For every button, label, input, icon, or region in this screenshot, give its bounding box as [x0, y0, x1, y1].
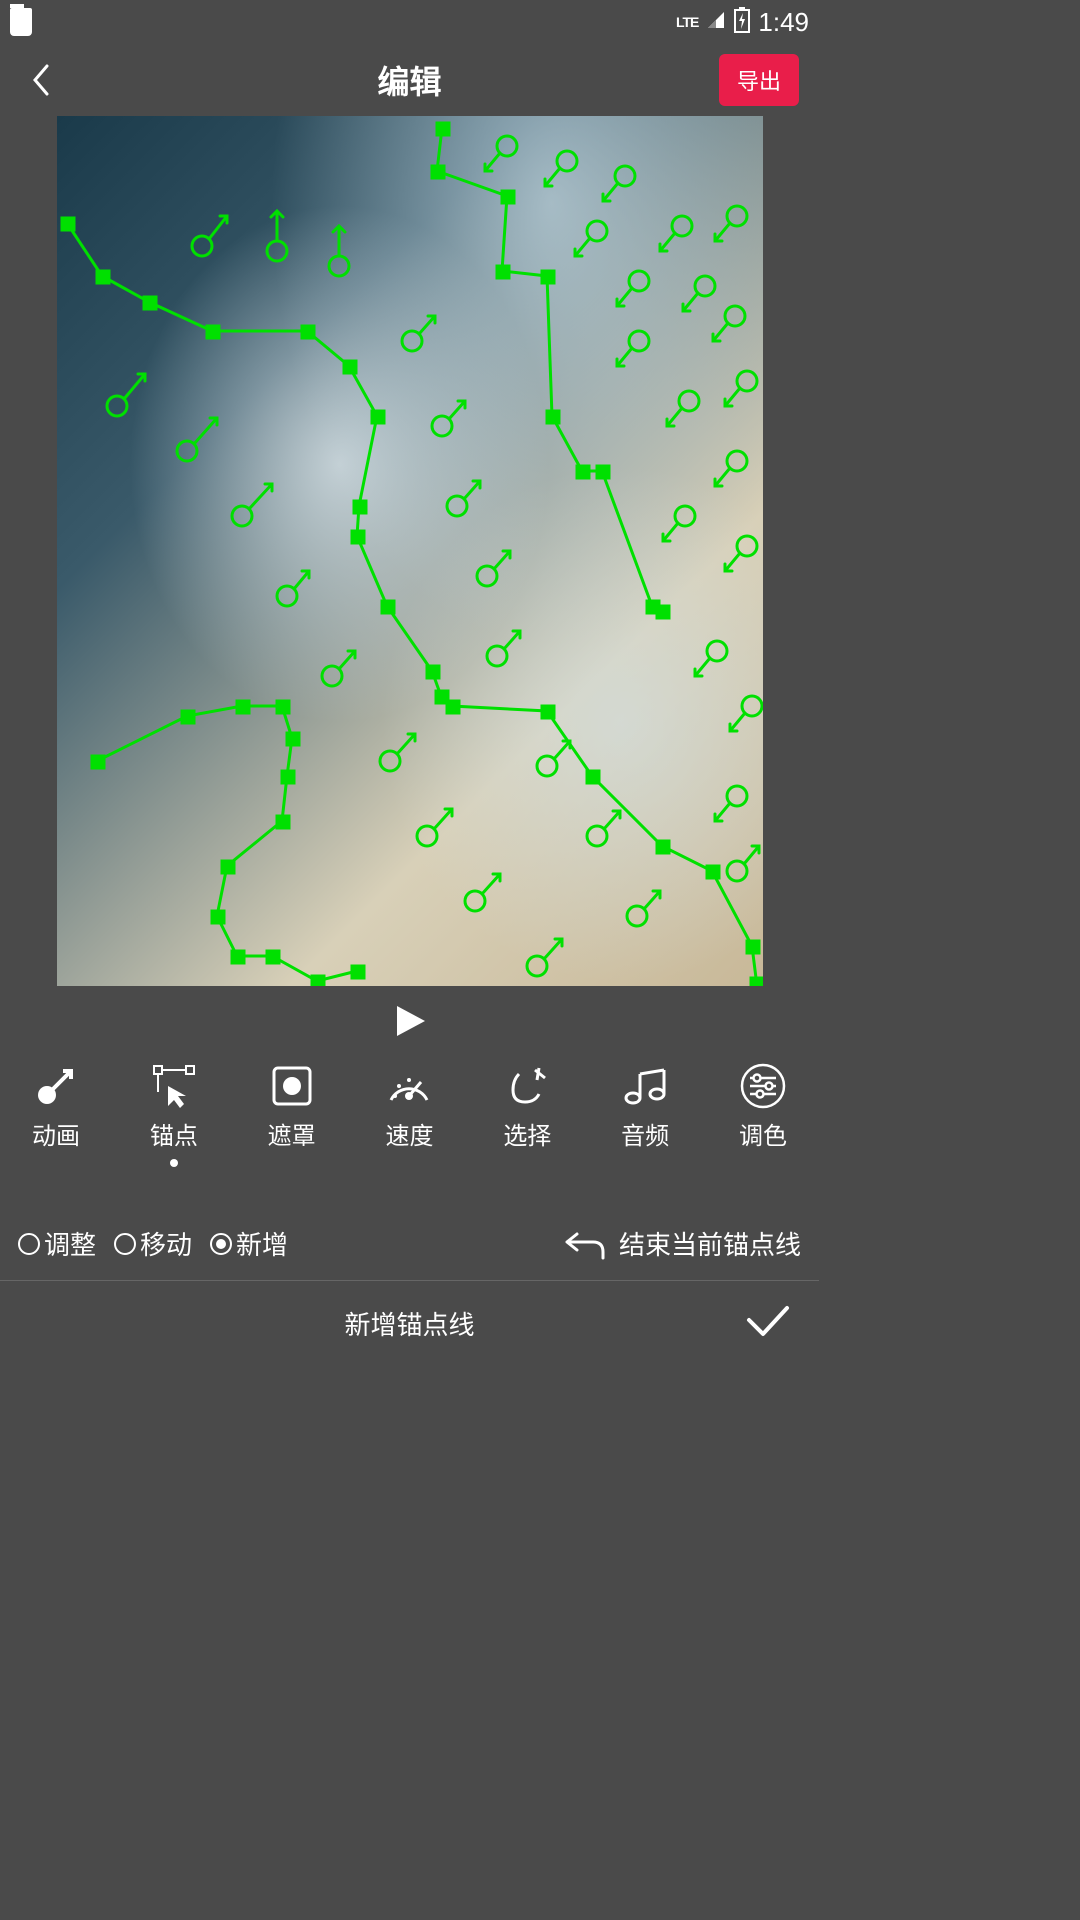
anchor-overlay [57, 116, 763, 986]
radio-icon [114, 1233, 136, 1255]
confirm-button[interactable] [745, 1304, 791, 1343]
sd-card-icon [10, 8, 32, 36]
status-left [10, 8, 32, 36]
radio-label: 调整 [44, 1225, 96, 1262]
radio-icon [18, 1233, 40, 1255]
radio-add[interactable]: 新增 [210, 1225, 288, 1262]
play-button[interactable] [0, 986, 819, 1056]
page-title: 编辑 [377, 57, 441, 103]
tool-animation[interactable]: 动画 [6, 1062, 106, 1167]
tool-active-indicator [170, 1159, 178, 1167]
end-anchor-line-button[interactable]: 结束当前锚点线 [563, 1225, 801, 1262]
end-line-label: 结束当前锚点线 [619, 1225, 801, 1262]
motion-icon [32, 1062, 80, 1110]
mask-icon [268, 1062, 316, 1110]
tool-anchor[interactable]: 锚点 [124, 1062, 224, 1167]
sliders-icon [739, 1062, 787, 1110]
status-right: LTE 1:49 [676, 7, 809, 38]
speed-icon [385, 1062, 433, 1110]
tool-label: 锚点 [150, 1116, 198, 1151]
tool-select[interactable]: 选择 [477, 1062, 577, 1167]
tool-color[interactable]: 调色 [713, 1062, 813, 1167]
header: 编辑 导出 [0, 44, 819, 116]
toolbar: 动画 锚点 遮罩 速度 选择 音频 调色 [0, 1056, 819, 1167]
battery-charging-icon [734, 7, 750, 38]
tool-label: 速度 [385, 1116, 433, 1151]
bottom-bar: 新增锚点线 [0, 1281, 819, 1366]
clock-time: 1:49 [758, 7, 809, 38]
tool-label: 选择 [503, 1116, 551, 1151]
tool-label: 音频 [621, 1116, 669, 1151]
bottom-action-label: 新增锚点线 [344, 1305, 474, 1342]
check-icon [745, 1304, 791, 1338]
sub-toolbar: 调整 移动 新增 结束当前锚点线 [0, 1207, 819, 1281]
editor-canvas[interactable] [57, 116, 763, 986]
signal-icon [706, 10, 726, 35]
status-bar: LTE 1:49 [0, 0, 819, 44]
radio-move[interactable]: 移动 [114, 1225, 192, 1262]
lte-indicator: LTE [676, 14, 698, 30]
audio-icon [621, 1062, 669, 1110]
chevron-left-icon [29, 62, 51, 98]
export-button[interactable]: 导出 [719, 54, 799, 106]
tool-speed[interactable]: 速度 [359, 1062, 459, 1167]
select-icon [503, 1062, 551, 1110]
radio-adjust[interactable]: 调整 [18, 1225, 96, 1262]
undo-icon [563, 1226, 607, 1262]
tool-label: 动画 [32, 1116, 80, 1151]
play-icon [391, 1002, 429, 1040]
back-button[interactable] [20, 60, 60, 100]
radio-icon-selected [210, 1233, 232, 1255]
tool-label: 调色 [739, 1116, 787, 1151]
anchor-mode-radios: 调整 移动 新增 [18, 1225, 288, 1262]
tool-mask[interactable]: 遮罩 [242, 1062, 342, 1167]
radio-label: 移动 [140, 1225, 192, 1262]
tool-label: 遮罩 [268, 1116, 316, 1151]
radio-label: 新增 [236, 1225, 288, 1262]
tool-audio[interactable]: 音频 [595, 1062, 695, 1167]
anchor-icon [150, 1062, 198, 1110]
